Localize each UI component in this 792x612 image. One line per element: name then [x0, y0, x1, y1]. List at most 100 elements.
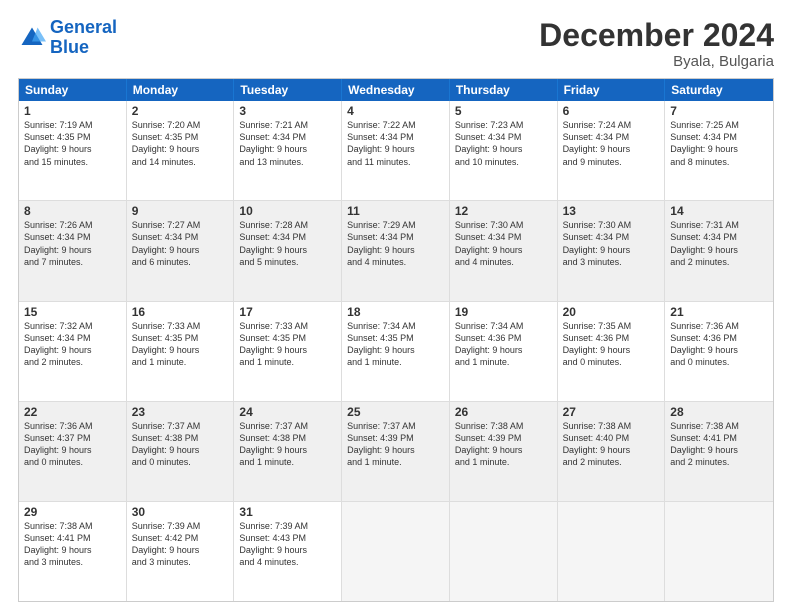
day-number: 27	[563, 405, 660, 419]
day-number: 17	[239, 305, 336, 319]
day-number: 7	[670, 104, 768, 118]
calendar-cell: 21Sunrise: 7:36 AM Sunset: 4:36 PM Dayli…	[665, 302, 773, 401]
day-number: 11	[347, 204, 444, 218]
day-number: 16	[132, 305, 229, 319]
calendar-row-4: 22Sunrise: 7:36 AM Sunset: 4:37 PM Dayli…	[19, 401, 773, 501]
calendar-cell: 30Sunrise: 7:39 AM Sunset: 4:42 PM Dayli…	[127, 502, 235, 601]
calendar-cell	[665, 502, 773, 601]
day-info: Sunrise: 7:34 AM Sunset: 4:35 PM Dayligh…	[347, 320, 444, 369]
calendar-cell: 17Sunrise: 7:33 AM Sunset: 4:35 PM Dayli…	[234, 302, 342, 401]
day-info: Sunrise: 7:37 AM Sunset: 4:38 PM Dayligh…	[239, 420, 336, 469]
logo-icon	[18, 24, 46, 52]
day-info: Sunrise: 7:38 AM Sunset: 4:39 PM Dayligh…	[455, 420, 552, 469]
calendar-cell: 23Sunrise: 7:37 AM Sunset: 4:38 PM Dayli…	[127, 402, 235, 501]
day-info: Sunrise: 7:31 AM Sunset: 4:34 PM Dayligh…	[670, 219, 768, 268]
calendar-cell	[450, 502, 558, 601]
calendar-body: 1Sunrise: 7:19 AM Sunset: 4:35 PM Daylig…	[19, 101, 773, 601]
calendar-row-3: 15Sunrise: 7:32 AM Sunset: 4:34 PM Dayli…	[19, 301, 773, 401]
day-number: 13	[563, 204, 660, 218]
day-number: 19	[455, 305, 552, 319]
calendar-cell: 22Sunrise: 7:36 AM Sunset: 4:37 PM Dayli…	[19, 402, 127, 501]
logo-text: General Blue	[50, 18, 117, 58]
day-number: 4	[347, 104, 444, 118]
day-info: Sunrise: 7:20 AM Sunset: 4:35 PM Dayligh…	[132, 119, 229, 168]
day-info: Sunrise: 7:21 AM Sunset: 4:34 PM Dayligh…	[239, 119, 336, 168]
day-info: Sunrise: 7:30 AM Sunset: 4:34 PM Dayligh…	[563, 219, 660, 268]
header: General Blue December 2024 Byala, Bulgar…	[18, 18, 774, 70]
day-info: Sunrise: 7:39 AM Sunset: 4:43 PM Dayligh…	[239, 520, 336, 569]
calendar-cell: 29Sunrise: 7:38 AM Sunset: 4:41 PM Dayli…	[19, 502, 127, 601]
day-number: 1	[24, 104, 121, 118]
calendar-header: SundayMondayTuesdayWednesdayThursdayFrid…	[19, 79, 773, 101]
calendar-row-1: 1Sunrise: 7:19 AM Sunset: 4:35 PM Daylig…	[19, 101, 773, 200]
calendar-cell: 5Sunrise: 7:23 AM Sunset: 4:34 PM Daylig…	[450, 101, 558, 200]
day-number: 6	[563, 104, 660, 118]
day-info: Sunrise: 7:28 AM Sunset: 4:34 PM Dayligh…	[239, 219, 336, 268]
logo-line2: Blue	[50, 37, 89, 57]
day-number: 2	[132, 104, 229, 118]
day-info: Sunrise: 7:38 AM Sunset: 4:41 PM Dayligh…	[24, 520, 121, 569]
day-info: Sunrise: 7:24 AM Sunset: 4:34 PM Dayligh…	[563, 119, 660, 168]
day-number: 20	[563, 305, 660, 319]
page: General Blue December 2024 Byala, Bulgar…	[0, 0, 792, 612]
day-number: 31	[239, 505, 336, 519]
day-info: Sunrise: 7:37 AM Sunset: 4:39 PM Dayligh…	[347, 420, 444, 469]
day-info: Sunrise: 7:36 AM Sunset: 4:36 PM Dayligh…	[670, 320, 768, 369]
calendar-cell: 24Sunrise: 7:37 AM Sunset: 4:38 PM Dayli…	[234, 402, 342, 501]
day-info: Sunrise: 7:39 AM Sunset: 4:42 PM Dayligh…	[132, 520, 229, 569]
calendar-row-5: 29Sunrise: 7:38 AM Sunset: 4:41 PM Dayli…	[19, 501, 773, 601]
calendar-cell	[342, 502, 450, 601]
calendar-cell	[558, 502, 666, 601]
day-info: Sunrise: 7:33 AM Sunset: 4:35 PM Dayligh…	[239, 320, 336, 369]
day-number: 21	[670, 305, 768, 319]
day-info: Sunrise: 7:38 AM Sunset: 4:40 PM Dayligh…	[563, 420, 660, 469]
day-info: Sunrise: 7:35 AM Sunset: 4:36 PM Dayligh…	[563, 320, 660, 369]
day-number: 30	[132, 505, 229, 519]
calendar-cell: 10Sunrise: 7:28 AM Sunset: 4:34 PM Dayli…	[234, 201, 342, 300]
header-day-sunday: Sunday	[19, 79, 127, 101]
page-subtitle: Byala, Bulgaria	[539, 53, 774, 70]
day-number: 8	[24, 204, 121, 218]
day-info: Sunrise: 7:25 AM Sunset: 4:34 PM Dayligh…	[670, 119, 768, 168]
header-day-saturday: Saturday	[665, 79, 773, 101]
calendar-cell: 11Sunrise: 7:29 AM Sunset: 4:34 PM Dayli…	[342, 201, 450, 300]
day-number: 18	[347, 305, 444, 319]
calendar-cell: 6Sunrise: 7:24 AM Sunset: 4:34 PM Daylig…	[558, 101, 666, 200]
logo: General Blue	[18, 18, 117, 58]
day-info: Sunrise: 7:26 AM Sunset: 4:34 PM Dayligh…	[24, 219, 121, 268]
day-info: Sunrise: 7:37 AM Sunset: 4:38 PM Dayligh…	[132, 420, 229, 469]
calendar-cell: 19Sunrise: 7:34 AM Sunset: 4:36 PM Dayli…	[450, 302, 558, 401]
header-day-wednesday: Wednesday	[342, 79, 450, 101]
header-day-tuesday: Tuesday	[234, 79, 342, 101]
day-info: Sunrise: 7:27 AM Sunset: 4:34 PM Dayligh…	[132, 219, 229, 268]
calendar-cell: 28Sunrise: 7:38 AM Sunset: 4:41 PM Dayli…	[665, 402, 773, 501]
page-title: December 2024	[539, 18, 774, 53]
day-number: 24	[239, 405, 336, 419]
title-block: December 2024 Byala, Bulgaria	[539, 18, 774, 70]
calendar-cell: 26Sunrise: 7:38 AM Sunset: 4:39 PM Dayli…	[450, 402, 558, 501]
calendar: SundayMondayTuesdayWednesdayThursdayFrid…	[18, 78, 774, 602]
day-number: 29	[24, 505, 121, 519]
day-number: 22	[24, 405, 121, 419]
calendar-cell: 13Sunrise: 7:30 AM Sunset: 4:34 PM Dayli…	[558, 201, 666, 300]
day-info: Sunrise: 7:32 AM Sunset: 4:34 PM Dayligh…	[24, 320, 121, 369]
header-day-thursday: Thursday	[450, 79, 558, 101]
day-info: Sunrise: 7:29 AM Sunset: 4:34 PM Dayligh…	[347, 219, 444, 268]
calendar-cell: 7Sunrise: 7:25 AM Sunset: 4:34 PM Daylig…	[665, 101, 773, 200]
calendar-cell: 25Sunrise: 7:37 AM Sunset: 4:39 PM Dayli…	[342, 402, 450, 501]
day-info: Sunrise: 7:30 AM Sunset: 4:34 PM Dayligh…	[455, 219, 552, 268]
calendar-row-2: 8Sunrise: 7:26 AM Sunset: 4:34 PM Daylig…	[19, 200, 773, 300]
day-number: 14	[670, 204, 768, 218]
calendar-cell: 27Sunrise: 7:38 AM Sunset: 4:40 PM Dayli…	[558, 402, 666, 501]
calendar-cell: 16Sunrise: 7:33 AM Sunset: 4:35 PM Dayli…	[127, 302, 235, 401]
calendar-cell: 14Sunrise: 7:31 AM Sunset: 4:34 PM Dayli…	[665, 201, 773, 300]
calendar-cell: 8Sunrise: 7:26 AM Sunset: 4:34 PM Daylig…	[19, 201, 127, 300]
calendar-cell: 12Sunrise: 7:30 AM Sunset: 4:34 PM Dayli…	[450, 201, 558, 300]
day-info: Sunrise: 7:22 AM Sunset: 4:34 PM Dayligh…	[347, 119, 444, 168]
day-info: Sunrise: 7:34 AM Sunset: 4:36 PM Dayligh…	[455, 320, 552, 369]
day-number: 10	[239, 204, 336, 218]
day-info: Sunrise: 7:38 AM Sunset: 4:41 PM Dayligh…	[670, 420, 768, 469]
day-info: Sunrise: 7:23 AM Sunset: 4:34 PM Dayligh…	[455, 119, 552, 168]
day-number: 28	[670, 405, 768, 419]
day-number: 25	[347, 405, 444, 419]
